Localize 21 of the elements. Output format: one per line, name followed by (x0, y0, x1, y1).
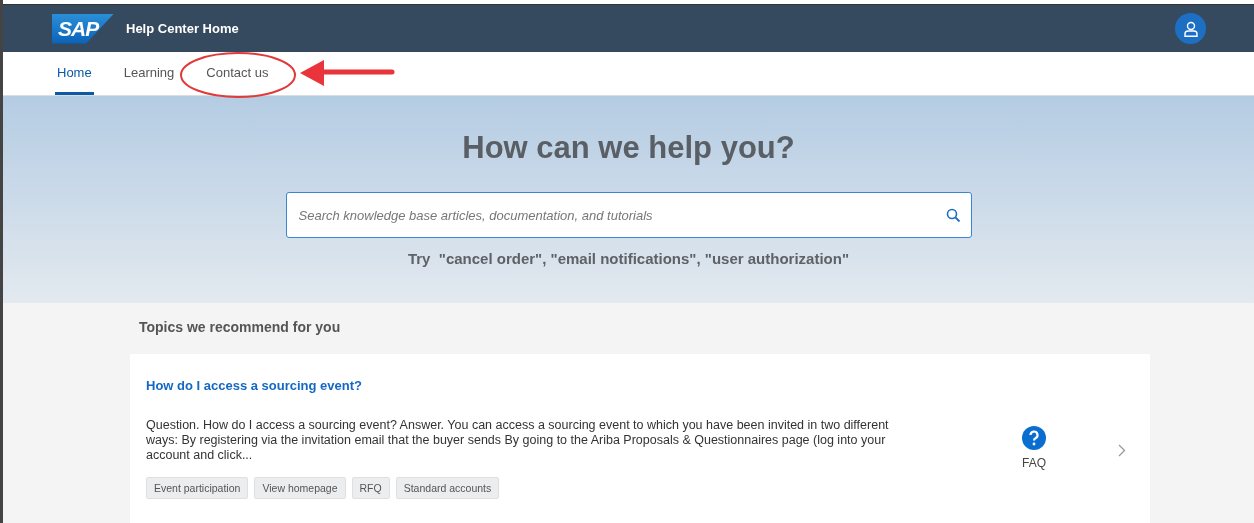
section-title: Topics we recommend for you (139, 319, 342, 335)
topic-tag[interactable]: RFQ (351, 477, 390, 499)
topic-title-link[interactable]: How do I access a sourcing event? (146, 378, 362, 393)
chevron-right-icon[interactable] (1118, 444, 1126, 457)
hero-title: How can we help you? (462, 130, 795, 166)
search-icon[interactable] (945, 207, 961, 223)
topic-description: Question. How do I access a sourcing event? Answer. You can access a sourcing event to which you have been invited in two different ways: By registering via the invitation email that the buyer sends By going to the Ariba Proposals & Questionnaires page (log into your account and click... (146, 418, 890, 463)
search-field[interactable]: Search knowledge base articles, documentation, and tutorials (285, 192, 972, 238)
app-title: Help Center Home (126, 21, 240, 36)
user-avatar[interactable] (1175, 13, 1206, 44)
question-icon (1022, 426, 1046, 450)
nav-tab[interactable]: Contact us (204, 52, 271, 95)
logo: SAP (52, 13, 114, 44)
topic-card[interactable] (130, 354, 1150, 523)
topic-tag[interactable]: Event participation (146, 477, 249, 499)
search-suggestions: Try "cancel order", "email notifications", "user authorization" (407, 250, 850, 267)
topic-tag[interactable]: View homepage (254, 477, 346, 499)
user-icon (1183, 20, 1198, 37)
topic-type: FAQ (1022, 456, 1046, 470)
topic-tag[interactable]: Standard accounts (395, 477, 500, 499)
nav-tab[interactable]: Learning (121, 52, 177, 95)
